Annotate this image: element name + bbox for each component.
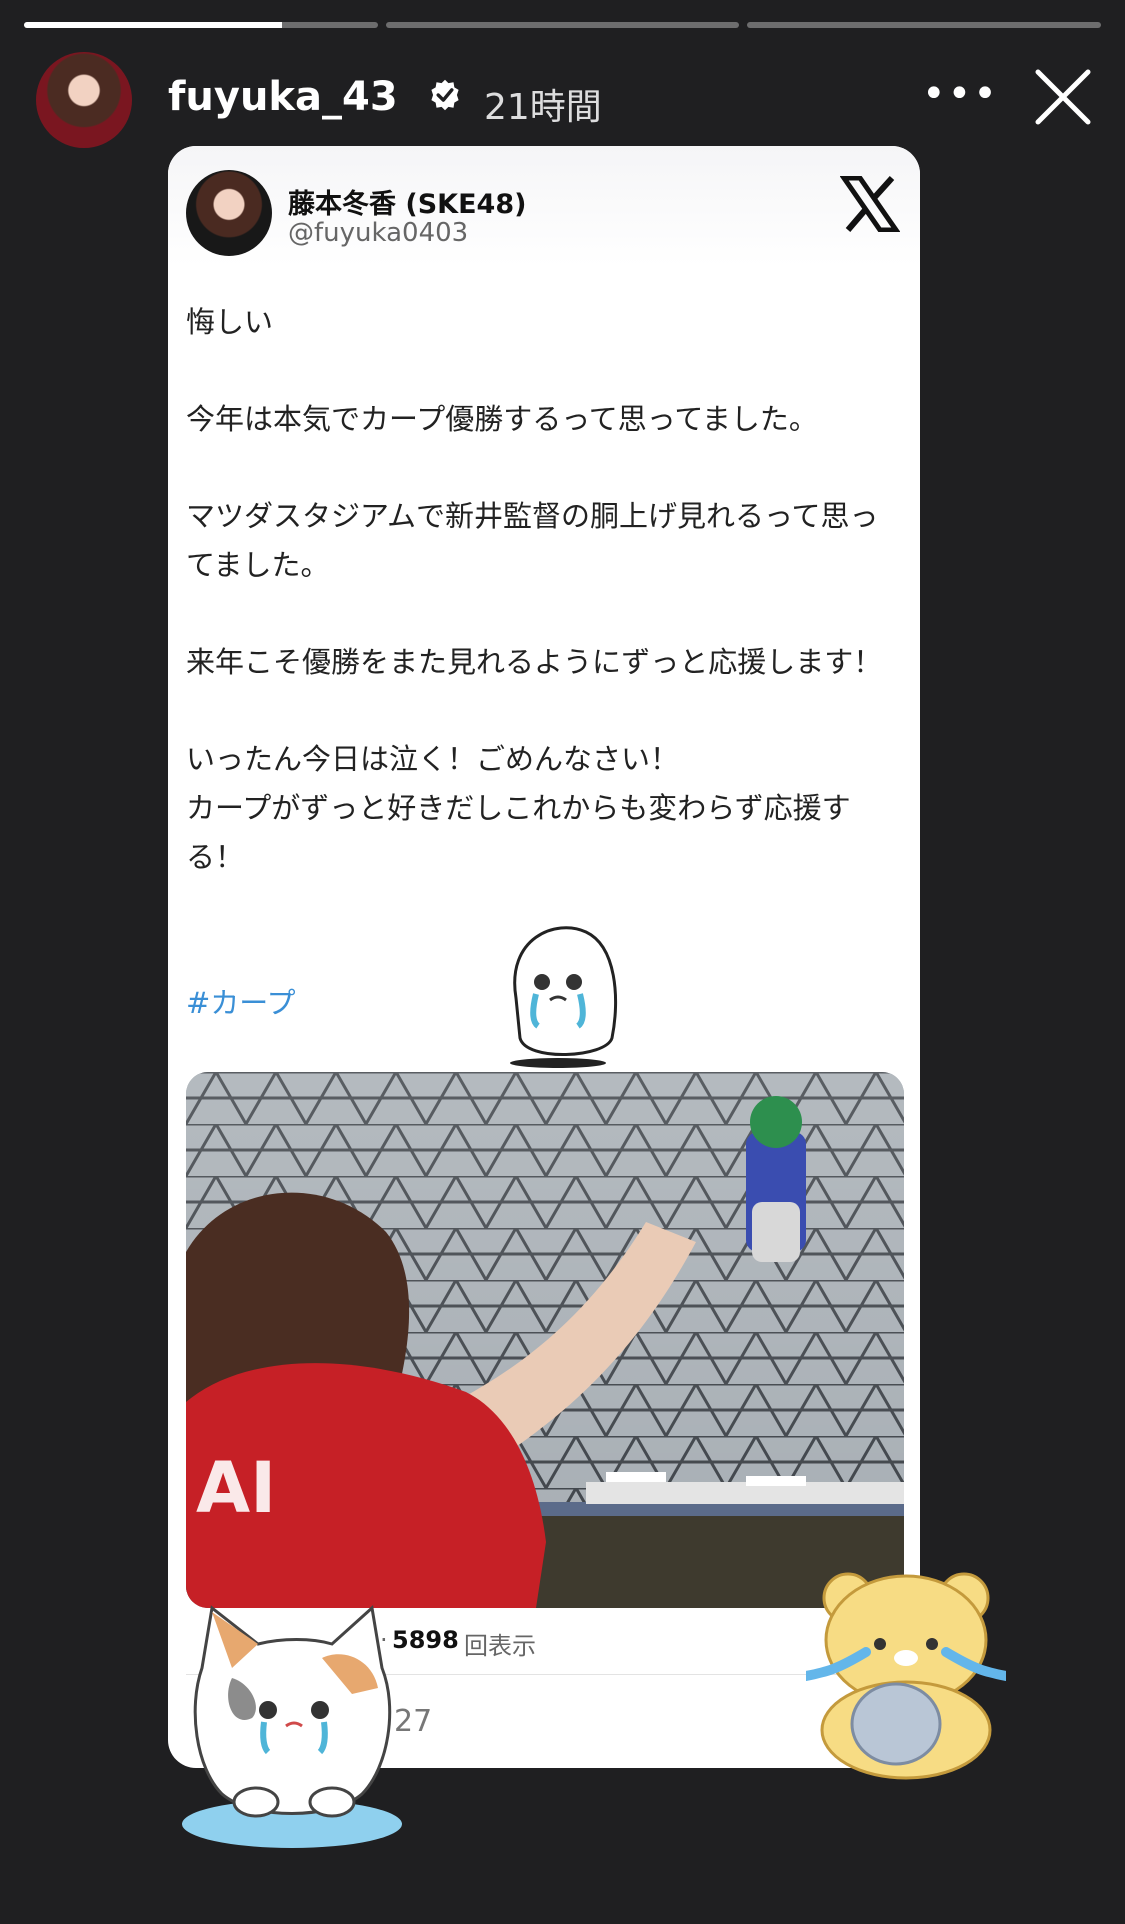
tweet-paragraph: 悔しい: [186, 305, 274, 339]
close-icon[interactable]: [1032, 66, 1094, 128]
tweet-handle: @fuyuka0403: [288, 218, 469, 248]
svg-text:AI: AI: [196, 1447, 276, 1529]
username[interactable]: fuyuka_43: [168, 74, 398, 120]
stadium-photo: AI: [186, 1072, 904, 1608]
timestamp: 21時間: [484, 87, 602, 128]
tweet-text: 悔しい 今年は本気でカープ優勝するって思ってました。 マツダスタジアムで新井監督…: [186, 298, 896, 930]
tweet-paragraph: 今年は本気でカープ優勝するって思ってました。: [186, 402, 818, 436]
verified-badge-icon: [431, 79, 459, 111]
crying-cat-sticker[interactable]: [172, 1598, 412, 1858]
story-header: fuyuka_43 21時間 •••: [36, 52, 1091, 148]
crying-ghost-sticker[interactable]: [496, 918, 626, 1068]
tweet-paragraph: 来年こそ優勝をまた見れるようにずっと応援します！: [186, 645, 883, 679]
progress-segment-1: [24, 22, 378, 28]
story-progress: [24, 22, 1102, 28]
crying-bear-sticker[interactable]: [806, 1560, 1006, 1780]
x-logo-icon: [840, 176, 900, 232]
more-options-icon[interactable]: •••: [922, 74, 997, 124]
progress-segment-3: [747, 22, 1102, 28]
tweet-author-avatar: [186, 170, 272, 256]
progress-segment-2: [385, 22, 740, 28]
avatar[interactable]: [36, 52, 132, 148]
tweet-photo[interactable]: AI: [186, 1072, 904, 1608]
hashtag-link[interactable]: #カープ: [186, 980, 296, 1022]
tweet-display-name: 藤本冬香 (SKE48): [288, 189, 527, 220]
tweet-paragraph: マツダスタジアムで新井監督の胴上げ見れるって思ってました。: [186, 499, 879, 582]
tweet-paragraph: いったん今日は泣く！ごめんなさい！ カープがずっと好きだしこれからも変わらず応援…: [186, 742, 851, 874]
views-label: 回表示: [464, 1632, 536, 1660]
